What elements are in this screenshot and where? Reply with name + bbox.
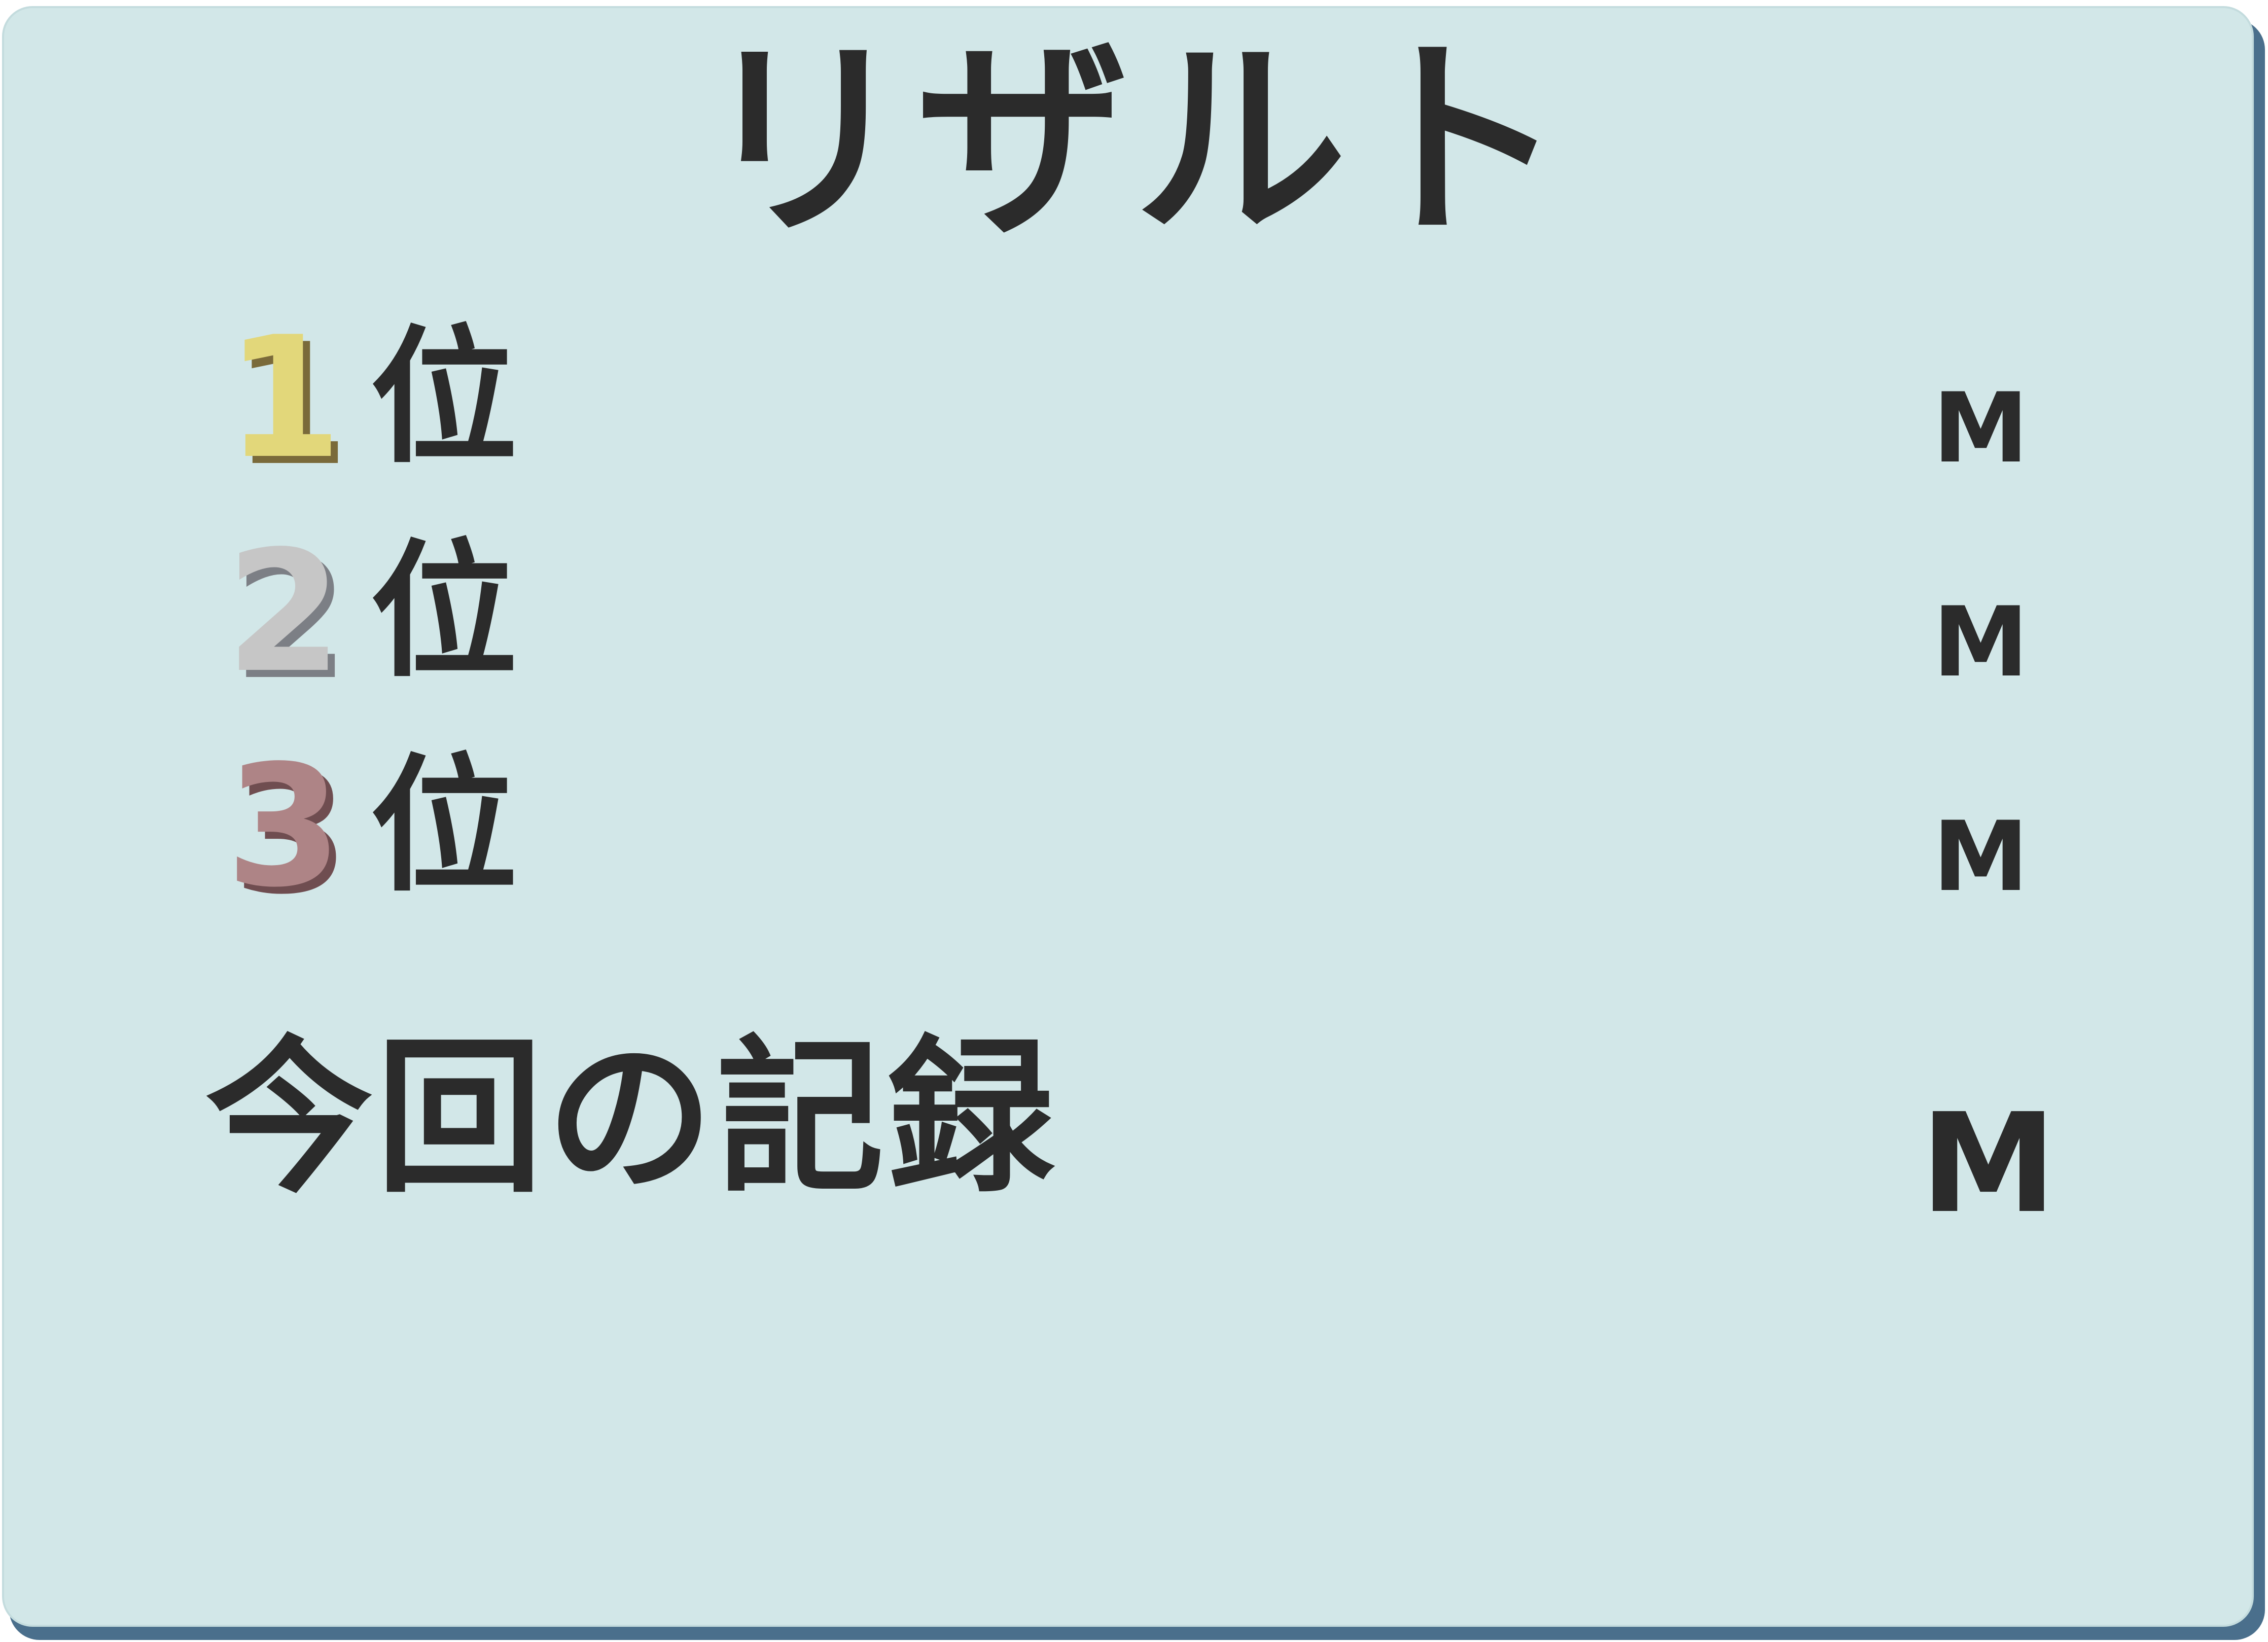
result-title: リザルト xyxy=(698,18,1570,266)
rank-row-3: 3 位 M xyxy=(223,741,2100,913)
rank-number-1: 1 xyxy=(226,301,342,495)
rank-row-2: 2 位 M xyxy=(223,526,2100,698)
rank-value-3: M xyxy=(1932,801,2029,913)
rank-suffix: 位 xyxy=(370,526,517,697)
rank-suffix: 位 xyxy=(370,312,517,483)
rank-row-1: 1 位 M xyxy=(223,312,2100,484)
rank-number-2: 2 xyxy=(226,515,342,709)
current-record-row: 今回の記録 M xyxy=(205,1021,2100,1232)
current-record-value: M xyxy=(1920,1084,2057,1243)
rank-suffix: 位 xyxy=(370,741,517,912)
rank-value-2: M xyxy=(1932,586,2029,698)
current-record-label: 今回の記録 xyxy=(205,1021,1057,1216)
rank-value-1: M xyxy=(1932,372,2029,484)
rank-number-3: 3 xyxy=(226,729,342,924)
